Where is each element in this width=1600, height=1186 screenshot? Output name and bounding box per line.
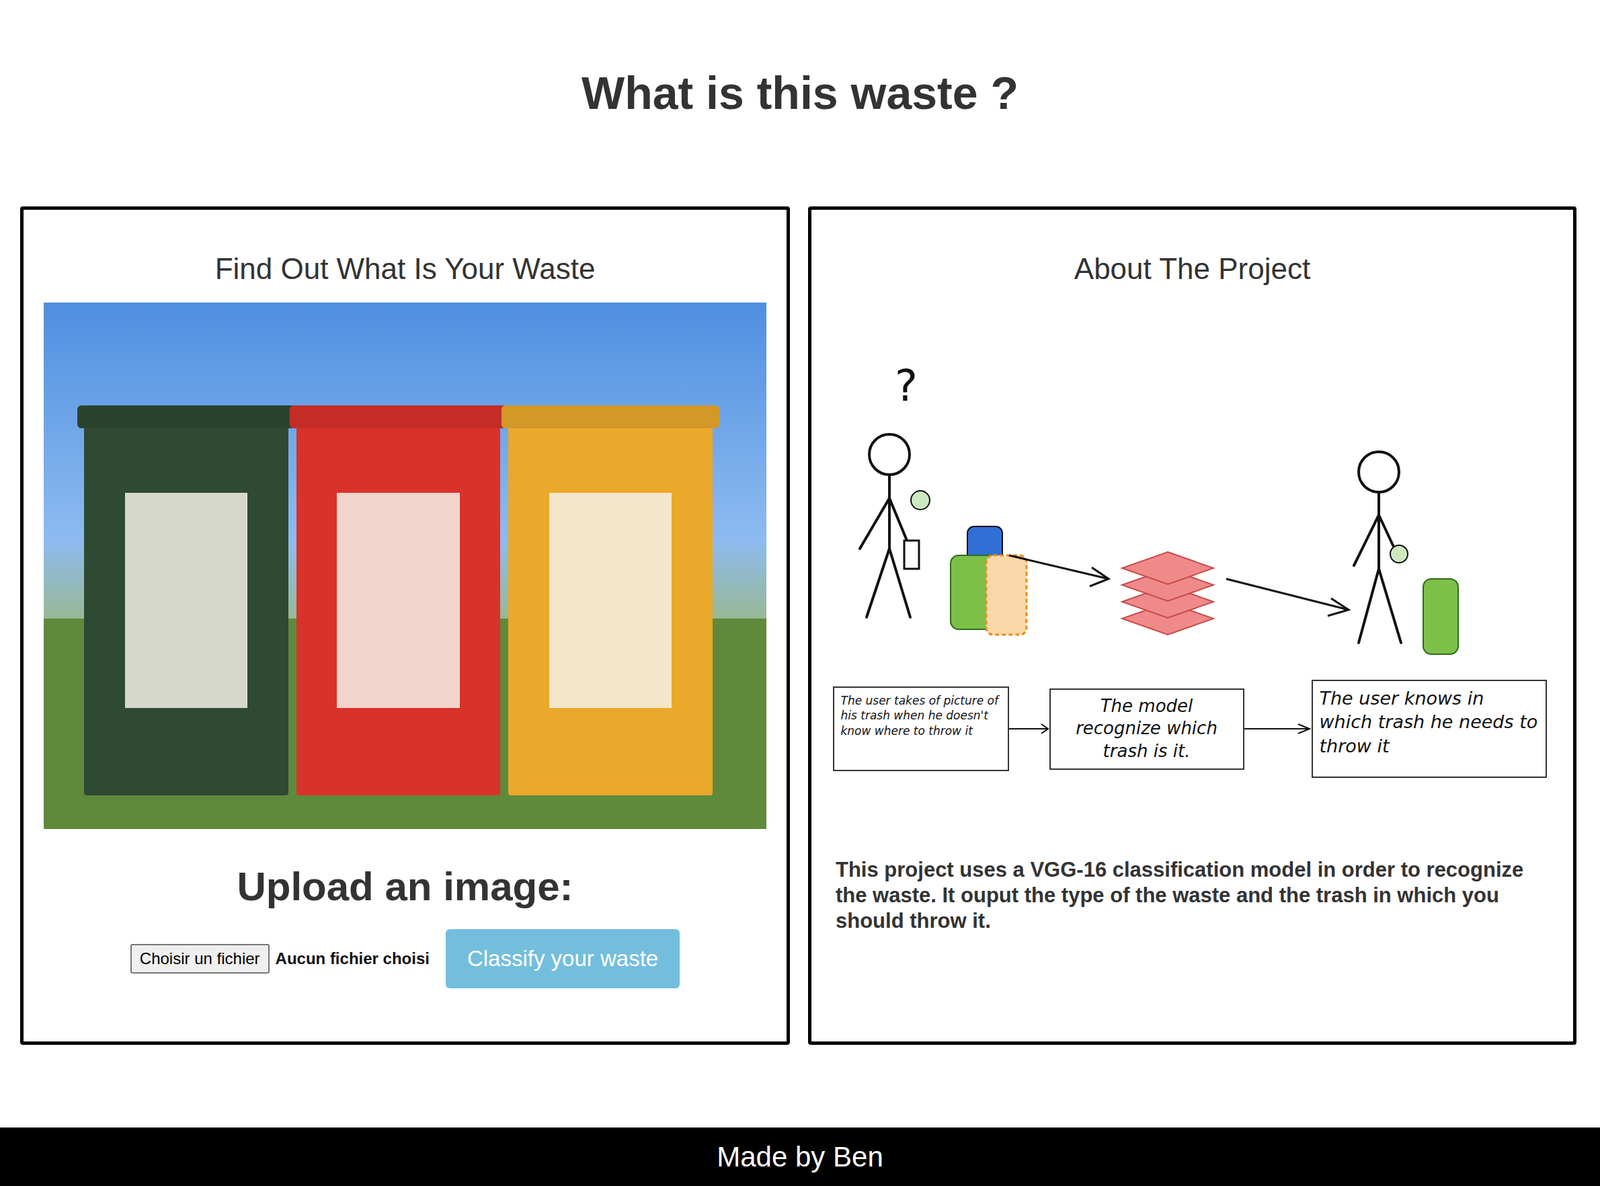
photo-bin	[84, 418, 289, 796]
bins-photo	[43, 302, 767, 829]
page: What is this waste ? Find Out What Is Yo…	[0, 0, 1600, 1186]
green-bin-icon	[1423, 578, 1459, 655]
bins-icon	[950, 526, 1027, 635]
project-diagram: ? The user takes of picture of his trash…	[832, 353, 1553, 778]
file-status: Aucun fichier choisi	[275, 949, 430, 969]
footer: Made by Ben	[0, 1127, 1600, 1186]
diagram-step: The user takes of picture of his trash w…	[832, 686, 1010, 772]
page-title: What is this waste ?	[0, 0, 1600, 122]
project-description: This project uses a VGG-16 classificatio…	[811, 857, 1574, 934]
photo-bin-label	[125, 492, 248, 708]
diagram-step: The model recognize which trash is it.	[1049, 688, 1245, 770]
photo-bin-label	[336, 492, 460, 708]
arrow-to-model-icon	[1009, 555, 1109, 587]
photo-bin	[296, 418, 501, 796]
diagram-drawing: ?	[832, 353, 1553, 663]
upload-heading: Upload an image:	[236, 862, 573, 911]
photo-bin-label	[549, 492, 672, 708]
photo-bins	[84, 418, 713, 796]
upload-panel-heading: Find Out What Is Your Waste	[215, 251, 596, 288]
arrow-to-user-icon	[1226, 578, 1349, 616]
upload-row: Choisir un fichier Aucun fichier choisi …	[130, 929, 680, 989]
step-arrow-icon	[1244, 722, 1312, 736]
panels: Find Out What Is Your Waste Upload an im…	[20, 206, 1600, 1045]
about-panel: About The Project ? The user takes of pi…	[808, 206, 1577, 1045]
diagram-step: The user knows in which trash he needs t…	[1311, 679, 1547, 778]
phone-icon	[904, 540, 919, 569]
diagram-steps: The user takes of picture of his trash w…	[832, 679, 1553, 778]
about-panel-heading: About The Project	[1074, 251, 1311, 288]
step-arrow-icon	[1009, 722, 1050, 736]
user-figure-icon	[859, 434, 911, 618]
waste-item-icon	[910, 490, 930, 510]
photo-bin-lid	[77, 405, 296, 429]
waste-item-icon	[1390, 545, 1408, 563]
upload-panel: Find Out What Is Your Waste Upload an im…	[20, 206, 790, 1045]
photo-bin-lid	[289, 405, 508, 429]
photo-bin	[508, 418, 713, 796]
question-mark: ?	[894, 361, 918, 411]
model-layers-icon	[1122, 551, 1214, 635]
choose-file-button[interactable]: Choisir un fichier	[130, 943, 270, 974]
photo-bin-lid	[501, 405, 720, 429]
classify-button[interactable]: Classify your waste	[445, 929, 680, 989]
